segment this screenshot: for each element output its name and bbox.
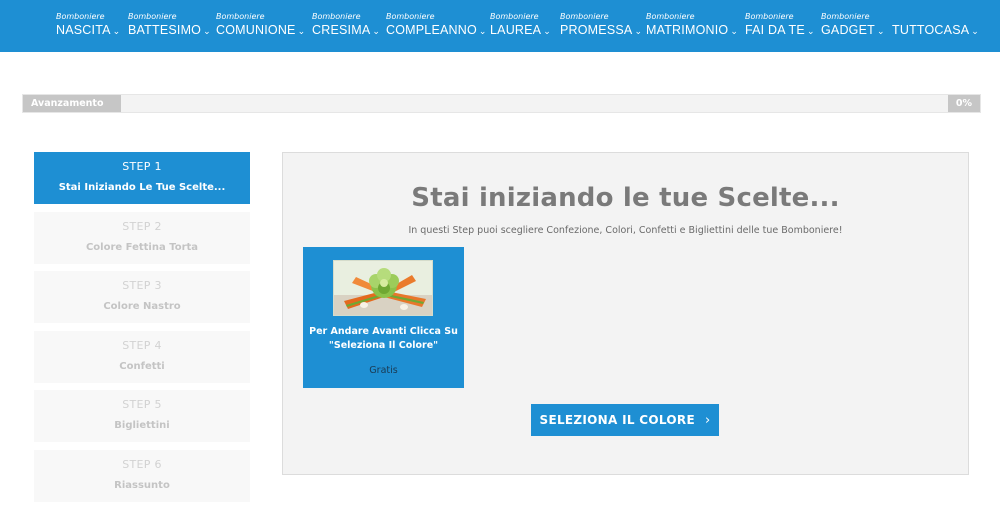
chevron-right-icon: ›: [704, 413, 711, 428]
nav-item-sup: Bomboniere: [386, 12, 435, 21]
chevron-down-icon: ⌄: [203, 26, 211, 36]
nav-item-label: MATRIMONIO: [646, 23, 729, 37]
nav-item-sup: Bomboniere: [646, 12, 695, 21]
nav-item-nascita[interactable]: Bomboniere NASCITA ⌄: [56, 12, 120, 38]
option-card[interactable]: Per Andare Avanti Clicca Su "Seleziona I…: [303, 247, 464, 388]
step-number: STEP 6: [122, 457, 162, 471]
nav-item-sup: Bomboniere: [745, 12, 794, 21]
nav-item-fai-da-te[interactable]: Bomboniere FAI DA TE ⌄: [745, 12, 815, 38]
step-number: STEP 2: [122, 219, 162, 233]
nav-item-sup: Bomboniere: [490, 12, 539, 21]
step-name: Stai Iniziando Le Tue Scelte...: [58, 182, 226, 193]
step-3[interactable]: STEP 3 Colore Nastro: [34, 271, 250, 323]
step-number: STEP 5: [122, 398, 162, 411]
chevron-down-icon: ⌄: [112, 26, 121, 36]
nav-item-compleanno[interactable]: Bomboniere COMPLEANNO ⌄: [386, 12, 487, 38]
step-name: Colore Fettina Torta: [85, 241, 199, 253]
chevron-down-icon: ⌄: [478, 26, 487, 36]
nav-item-tuttocasa[interactable]: TUTTOCASA ⌄: [892, 12, 979, 38]
nav-item-matrimonio[interactable]: Bomboniere MATRIMONIO ⌄: [646, 12, 738, 38]
nav-item-sup: Bomboniere: [821, 12, 870, 21]
nav-item-label: FAI DA TE: [745, 23, 805, 37]
progress-percent: 0%: [948, 95, 980, 112]
chevron-down-icon: ⌄: [971, 26, 980, 36]
nav-item-battesimo[interactable]: Bomboniere BATTESIMO ⌄: [128, 12, 211, 38]
chevron-down-icon: ⌄: [730, 26, 739, 36]
nav-item-label: COMUNIONE: [216, 23, 296, 37]
nav-item-label: NASCITA: [56, 23, 111, 37]
step-number: STEP 4: [122, 338, 162, 352]
progress-bar: Avanzamento 0%: [22, 94, 981, 113]
nav-item-promessa[interactable]: Bomboniere PROMESSA ⌄: [560, 12, 642, 38]
chevron-down-icon: ⌄: [806, 26, 815, 36]
nav-item-sup: Bomboniere: [56, 12, 105, 21]
nav-item-label: CRESIMA: [312, 23, 371, 37]
chevron-down-icon: ⌄: [372, 26, 381, 36]
nav-item-label: PROMESSA: [560, 23, 633, 37]
nav-item-label: COMPLEANNO: [386, 23, 477, 37]
nav-item-sup: [892, 12, 979, 23]
step-1[interactable]: STEP 1 Stai Iniziando Le Tue Scelte...: [34, 152, 250, 204]
chevron-down-icon: ⌄: [297, 26, 306, 36]
nav-item-label: LAUREA: [490, 23, 542, 37]
step-number: STEP 3: [122, 279, 162, 292]
top-navigation: Bomboniere NASCITA ⌄ Bomboniere BATTESIMO…: [0, 0, 1000, 52]
step-name: Riassunto: [114, 479, 170, 491]
main-panel: Stai iniziando le tue Scelte... In quest…: [282, 152, 969, 475]
chevron-down-icon: ⌄: [876, 26, 885, 36]
step-name: Bigliettini: [114, 420, 170, 431]
chevron-down-icon: ⌄: [634, 26, 643, 36]
step-name: Colore Nastro: [103, 301, 181, 312]
nav-item-label: GADGET: [821, 23, 875, 37]
step-5[interactable]: STEP 5 Bigliettini: [34, 390, 250, 442]
nav-item-sup: Bomboniere: [560, 12, 609, 21]
select-color-label: SELEZIONA IL COLORE: [539, 413, 695, 427]
nav-item-sup: Bomboniere: [216, 12, 265, 21]
progress-label: Avanzamento: [31, 98, 104, 109]
steps-sidebar: STEP 1 Stai Iniziando Le Tue Scelte... S…: [34, 152, 250, 509]
step-6[interactable]: STEP 6 Riassunto: [34, 449, 250, 502]
flower-illustration: [334, 261, 432, 315]
step-name: Confetti: [119, 360, 165, 372]
chevron-down-icon: ⌄: [543, 26, 551, 36]
nav-item-comunione[interactable]: Bomboniere COMUNIONE ⌄: [216, 12, 305, 38]
nav-item-cresima[interactable]: Bomboniere CRESIMA ⌄: [312, 12, 380, 38]
step-2[interactable]: STEP 2 Colore Fettina Torta: [34, 211, 250, 264]
nav-item-label: TUTTOCASA: [892, 23, 970, 37]
option-card-price: Gratis: [369, 365, 398, 376]
nav-item-sup: Bomboniere: [312, 12, 361, 21]
nav-item-laurea[interactable]: Bomboniere LAUREA ⌄: [490, 12, 551, 38]
nav-item-gadget[interactable]: Bomboniere GADGET ⌄: [821, 12, 885, 38]
step-4[interactable]: STEP 4 Confetti: [34, 330, 250, 383]
option-card-title: Per Andare Avanti Clicca Su "Seleziona I…: [309, 326, 458, 351]
select-color-button[interactable]: SELEZIONA IL COLORE ›: [531, 404, 719, 436]
progress-fill: Avanzamento: [23, 95, 121, 112]
nav-item-sup: Bomboniere: [128, 12, 177, 21]
nav-item-label: BATTESIMO: [128, 23, 202, 37]
page-subtitle: In questi Step puoi scegliere Confezione…: [408, 225, 843, 236]
step-number: STEP 1: [122, 160, 162, 173]
bomboniera-flower-image: [333, 260, 433, 316]
page-title: Stai iniziando le tue Scelte...: [411, 183, 840, 213]
